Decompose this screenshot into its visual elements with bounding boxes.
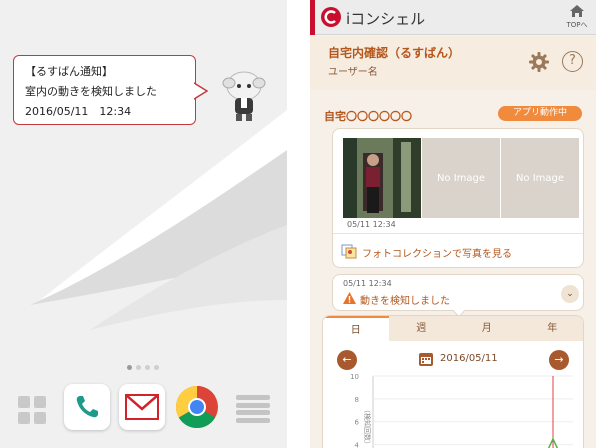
photo-placeholder: No Image — [501, 138, 579, 218]
arrow-right-icon[interactable]: → — [549, 350, 569, 370]
captured-photo-thumbnail[interactable] — [343, 138, 421, 218]
photo-card: No Image No Image 05/11 12:34 フォトコレクションで… — [332, 128, 584, 268]
y-tick-label: 10 — [350, 373, 359, 381]
photo-collection-link[interactable]: フォトコレクションで写真を見る — [362, 245, 512, 260]
mail-app-icon[interactable] — [119, 384, 165, 430]
y-tick-label: 6 — [355, 419, 360, 427]
warning-icon — [343, 292, 356, 304]
y-axis-label: （検知回数） — [363, 406, 372, 448]
calendar-icon[interactable] — [418, 351, 434, 367]
page-dot — [127, 365, 132, 370]
brand-bar — [310, 0, 315, 35]
divider — [333, 233, 583, 234]
page-indicator — [127, 365, 159, 370]
detection-alert-card[interactable]: 05/11 12:34 動きを検知しました ⌄ — [332, 274, 584, 317]
y-tick-label: 4 — [355, 442, 360, 448]
envelope-icon — [125, 394, 159, 420]
phone-handset-icon — [76, 396, 98, 418]
tab-week[interactable]: 週 — [389, 316, 455, 341]
home-icon — [570, 5, 584, 17]
alert-text: 動きを検知しました — [360, 296, 450, 307]
notification-datetime: 2016/05/11 12:34 — [25, 105, 132, 118]
y-tick-label: 8 — [355, 396, 359, 404]
tab-month[interactable]: 月 — [454, 316, 520, 341]
arrow-left-icon[interactable]: ← — [337, 350, 357, 370]
photo-placeholder: No Image — [422, 138, 500, 218]
iconcierge-app: iコンシェル TOPへ 自宅内確認（るすばん） ユーザー名 ? 自宅〇〇〇〇〇〇… — [310, 0, 596, 448]
photo-collection-icon — [341, 244, 357, 259]
period-tabs: 日 週 月 年 — [323, 316, 584, 341]
notification-message: 室内の動きを検知しました — [25, 85, 157, 98]
page-header: 自宅内確認（るすばん） ユーザー名 ? — [310, 36, 596, 90]
page-dot — [145, 365, 150, 370]
tab-year[interactable]: 年 — [520, 316, 584, 341]
iconcierge-logo-icon — [321, 7, 341, 27]
page-dot — [136, 365, 141, 370]
chevron-down-icon[interactable]: ⌄ — [561, 285, 579, 303]
gear-icon[interactable] — [529, 52, 549, 72]
top-button[interactable]: TOPへ — [562, 3, 592, 33]
detection-chart: 4 6 8 10 （検知回数） — [350, 373, 573, 448]
bubble-tail — [194, 82, 208, 100]
phone-app-icon[interactable] — [64, 384, 110, 430]
screenshot-root: 【るすばん通知】 室内の動きを検知しました 2016/05/11 12:34 i… — [0, 0, 596, 448]
rusuban-notification-bubble[interactable]: 【るすばん通知】 室内の動きを検知しました 2016/05/11 12:34 — [13, 55, 208, 125]
widget-list-icon[interactable] — [236, 392, 270, 426]
app-header: iコンシェル TOPへ — [310, 0, 596, 35]
chart-plot: 4 6 8 10 （検知回数） — [350, 373, 573, 448]
panel-divider — [287, 0, 310, 448]
series-line — [547, 437, 559, 448]
help-icon[interactable]: ? — [562, 51, 583, 72]
top-button-label: TOPへ — [566, 21, 588, 29]
date-navigation: ← 2016/05/11 → — [323, 348, 583, 372]
app-drawer-grid-icon[interactable] — [12, 390, 52, 430]
current-date: 2016/05/11 — [440, 353, 498, 364]
page-dot — [154, 365, 159, 370]
user-name-label: ユーザー名 — [328, 67, 378, 78]
chrome-browser-icon[interactable] — [174, 384, 220, 430]
activity-chart-card: 日 週 月 年 ← 2016/05/11 → 4 6 8 10 （検知回数） — [322, 315, 584, 448]
status-badge: アプリ動作中 — [498, 106, 582, 121]
page-title: 自宅内確認（るすばん） — [328, 46, 461, 60]
tab-day[interactable]: 日 — [323, 316, 389, 341]
photo-timestamp: 05/11 12:34 — [347, 220, 396, 229]
home-name: 自宅〇〇〇〇〇〇 — [324, 110, 412, 123]
notification-title: 【るすばん通知】 — [25, 65, 113, 78]
app-title: iコンシェル — [346, 10, 426, 28]
android-home-screen: 【るすばん通知】 室内の動きを検知しました 2016/05/11 12:34 — [0, 0, 287, 448]
sheep-mascot-icon — [222, 71, 266, 121]
alert-time: 05/11 12:34 — [343, 279, 392, 288]
